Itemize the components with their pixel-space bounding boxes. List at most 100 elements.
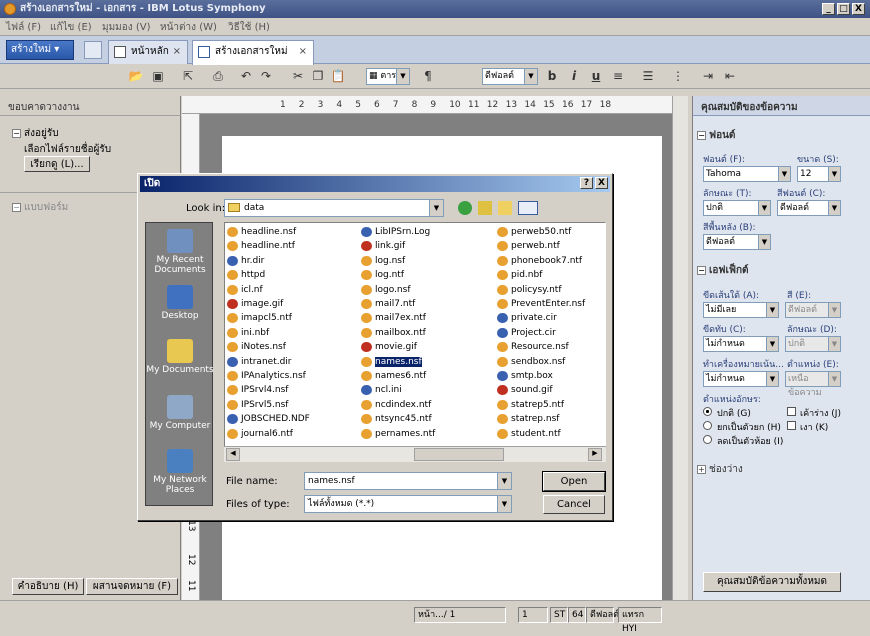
file-item[interactable]: headline.nsf — [227, 225, 296, 239]
file-item[interactable]: Resource.nsf — [497, 340, 569, 354]
font-section[interactable]: − ฟอนต์ — [697, 128, 735, 143]
views-menu-icon[interactable] — [518, 201, 538, 215]
place-recent[interactable]: My Recent Documents — [146, 229, 214, 275]
position-combo[interactable]: เหนือข้อความ ▼ — [785, 371, 841, 398]
file-item[interactable]: ncdindex.ntf — [361, 398, 431, 412]
vertical-scrollbar[interactable] — [672, 96, 688, 600]
numbering-icon[interactable]: ⋮ — [670, 68, 686, 84]
filetype-combo[interactable]: ไฟล์ทั้งหมด (*.*) ▼ — [304, 495, 512, 513]
tab-doc-close-icon[interactable]: × — [299, 41, 307, 63]
file-item[interactable]: icl.nf — [227, 283, 263, 297]
menu-help[interactable]: วิธีใช้ (H) — [228, 20, 270, 35]
file-item[interactable]: JOBSCHED.NDF — [227, 412, 310, 426]
cut-icon[interactable]: ✂ — [290, 68, 306, 84]
indent-icon[interactable]: ⇥ — [700, 68, 716, 84]
file-item[interactable]: statrep.nsf — [497, 412, 559, 426]
place-mycomputer[interactable]: My Computer — [146, 395, 214, 431]
file-item[interactable]: Project.cir — [497, 326, 556, 340]
file-item[interactable]: sendbox.nsf — [497, 355, 565, 369]
file-item[interactable]: iNotes.nsf — [227, 340, 286, 354]
lookin-combo[interactable]: data ▼ — [224, 199, 444, 217]
dialog-help-button[interactable]: ? — [580, 177, 593, 189]
outline-combo[interactable]: ปกติ ▼ — [785, 336, 841, 352]
background-combo[interactable]: ดีฟอลต์ ▼ — [703, 234, 771, 250]
place-mydocuments[interactable]: My Documents — [146, 339, 214, 375]
bold-button[interactable]: b — [544, 68, 560, 84]
file-item[interactable]: private.cir — [497, 311, 557, 325]
font-color-combo[interactable]: ดีฟอลต์ ▼ — [777, 200, 841, 216]
file-item[interactable]: student.ntf — [497, 427, 561, 441]
underline-color-combo[interactable]: ดีฟอลต์ ▼ — [785, 302, 841, 318]
file-item[interactable]: perweb50.ntf — [497, 225, 571, 239]
spacing-section[interactable]: + ช่องว่าง — [697, 462, 743, 477]
open-icon[interactable]: 📂 — [128, 68, 144, 84]
underline-combo[interactable]: ไม่มีเลย ▼ — [703, 302, 779, 318]
strike-combo[interactable]: ไม่กำหนด ▼ — [703, 336, 779, 352]
collapse-icon[interactable]: − — [697, 265, 706, 275]
undo-icon[interactable]: ↶ — [238, 68, 254, 84]
file-item[interactable]: mail7ex.ntf — [361, 311, 426, 325]
file-item[interactable]: pid.nbf — [497, 268, 542, 282]
file-item[interactable]: smtp.box — [497, 369, 553, 383]
minimize-button[interactable]: _ — [822, 3, 835, 15]
new-document-button[interactable]: สร้างใหม่ ▾ — [6, 40, 74, 60]
file-item[interactable]: phonebook7.ntf — [497, 254, 582, 268]
file-item[interactable]: IPSrvl5.nsf — [227, 398, 288, 412]
close-button[interactable]: X — [852, 3, 865, 15]
file-item[interactable]: mailbox.ntf — [361, 326, 426, 340]
file-item[interactable]: intranet.dir — [227, 355, 292, 369]
font-size-combo[interactable]: 12 ▼ — [797, 166, 841, 182]
underline-button[interactable]: u — [588, 68, 604, 84]
up-folder-icon[interactable] — [478, 201, 492, 215]
expand-icon[interactable]: + — [697, 464, 706, 474]
file-item[interactable]: httpd — [227, 268, 265, 282]
file-item[interactable]: logo.nsf — [361, 283, 411, 297]
file-list[interactable]: headline.nsf headline.ntf hr.dir httpd icl.n… — [224, 222, 606, 462]
menu-view[interactable]: มุมมอง (V) — [102, 20, 151, 35]
menu-edit[interactable]: แก้ไข (E) — [50, 20, 92, 35]
file-item[interactable]: ntsync45.ntf — [361, 412, 432, 426]
tab-home[interactable]: หน้าหลัก × — [108, 40, 188, 64]
table-dropdown[interactable]: ▦ ตาราง ▼ — [366, 68, 410, 85]
mail-merge-button[interactable]: ผสานจดหมาย (F) — [86, 578, 178, 595]
font-style-combo[interactable]: ปกติ ▼ — [703, 200, 771, 216]
save-icon[interactable]: ▣ — [150, 68, 166, 84]
dialog-close-button[interactable]: X — [595, 177, 608, 189]
description-button[interactable]: คำอธิบาย (H) — [12, 578, 84, 595]
file-item[interactable]: PreventEnter.nsf — [497, 297, 585, 311]
cancel-button[interactable]: Cancel — [543, 495, 605, 514]
pages-icon[interactable] — [84, 41, 102, 59]
file-item[interactable]: policysy.ntf — [497, 283, 562, 297]
file-item[interactable]: pernames.ntf — [361, 427, 435, 441]
font-name-combo[interactable]: Tahoma ▼ — [703, 166, 791, 182]
file-item[interactable]: imapcl5.ntf — [227, 311, 292, 325]
file-item[interactable]: log.ntf — [361, 268, 404, 282]
scroll-thumb[interactable] — [414, 448, 504, 461]
all-properties-button[interactable]: คุณสมบัติข้อความทั้งหมด — [703, 572, 841, 592]
file-item[interactable]: IPAnalytics.nsf — [227, 369, 306, 383]
radio-normal[interactable] — [703, 407, 712, 416]
collapse-icon[interactable]: − — [12, 202, 21, 212]
emphasis-combo[interactable]: ไม่กำหนด ▼ — [703, 371, 779, 387]
file-item[interactable]: image.gif — [227, 297, 283, 311]
filename-input[interactable]: names.nsf ▼ — [304, 472, 512, 490]
file-item[interactable]: link.gif — [361, 239, 405, 253]
bullets-icon[interactable]: ☰ — [640, 68, 656, 84]
file-item[interactable]: ncl.ini — [361, 383, 402, 397]
file-item[interactable]: headline.ntf — [227, 239, 295, 253]
place-desktop[interactable]: Desktop — [146, 285, 214, 321]
file-item[interactable]: LibIPSrn.Log — [361, 225, 430, 239]
export-icon[interactable]: ⇱ — [180, 68, 196, 84]
redo-icon[interactable]: ↷ — [258, 68, 274, 84]
new-folder-icon[interactable] — [498, 201, 512, 215]
browse-button[interactable]: เรียกดู (L)... — [24, 156, 90, 172]
radio-superscript[interactable] — [703, 421, 712, 430]
tab-home-close-icon[interactable]: × — [173, 41, 181, 63]
menu-window[interactable]: หน้าต่าง (W) — [160, 20, 217, 35]
place-network[interactable]: My Network Places — [146, 449, 214, 495]
collapse-icon[interactable]: − — [12, 128, 21, 138]
back-icon[interactable] — [458, 201, 472, 215]
file-item[interactable]: mail7.ntf — [361, 297, 415, 311]
menu-file[interactable]: ไฟล์ (F) — [6, 20, 41, 35]
shadow-checkbox[interactable] — [787, 421, 796, 430]
